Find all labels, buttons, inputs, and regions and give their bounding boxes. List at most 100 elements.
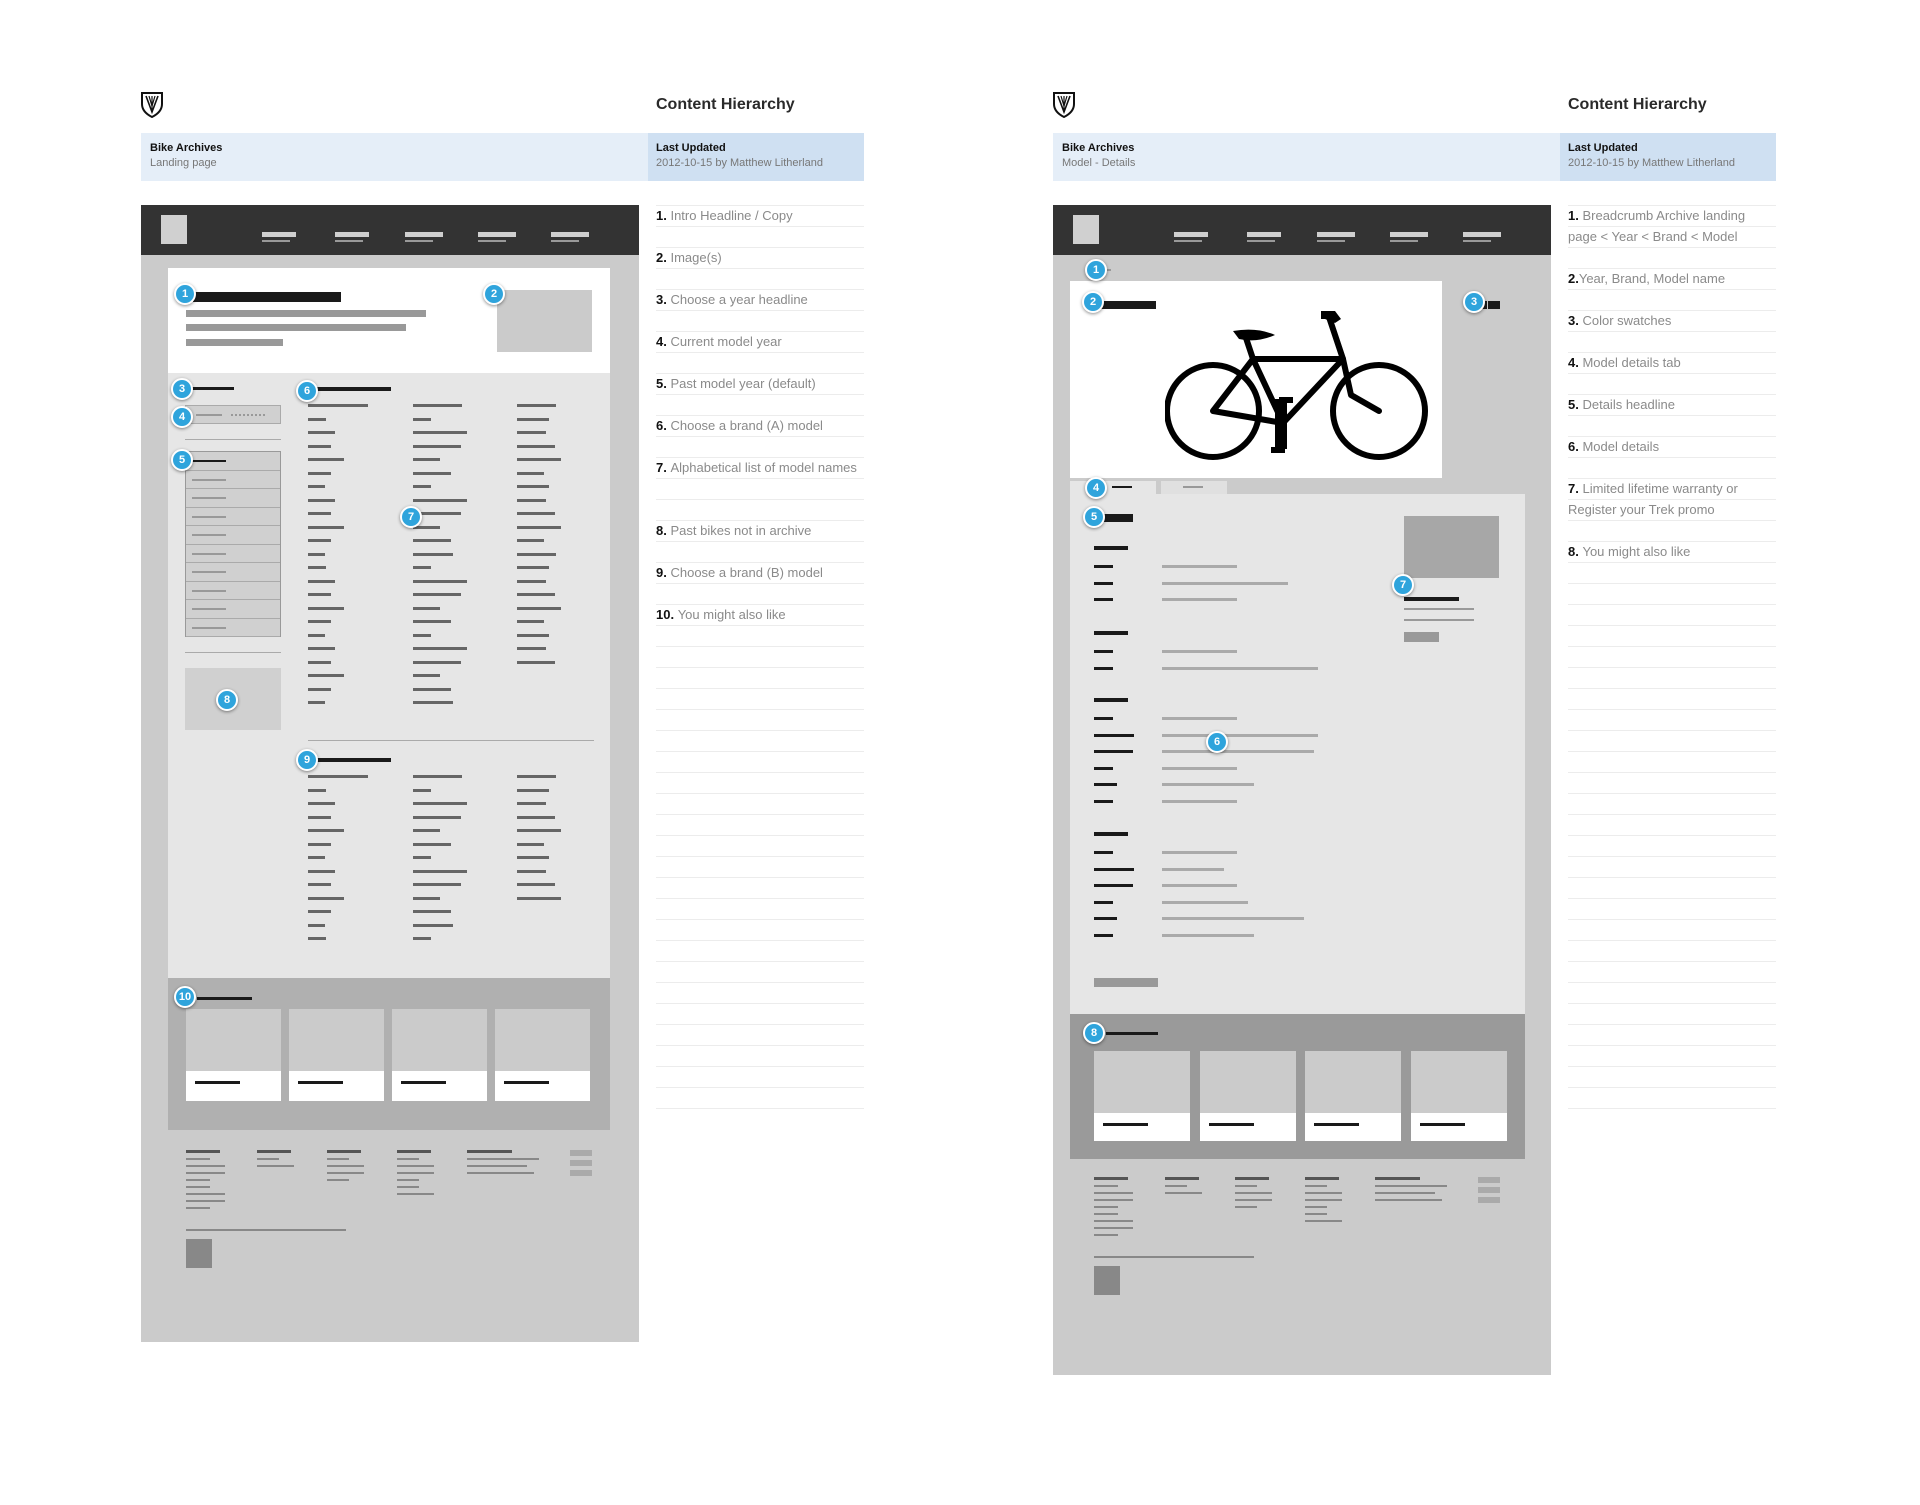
model-name-link[interactable] — [413, 883, 461, 886]
footer-link[interactable] — [397, 1179, 419, 1181]
model-name-link[interactable] — [308, 896, 344, 900]
model-name-link[interactable] — [517, 431, 546, 434]
model-name-link[interactable] — [308, 525, 344, 529]
model-name-link[interactable] — [308, 444, 331, 448]
model-name-link[interactable] — [308, 458, 344, 461]
model-name-link[interactable] — [308, 701, 325, 704]
social-link[interactable] — [570, 1150, 592, 1156]
model-name-link[interactable] — [413, 431, 467, 434]
model-name-link[interactable] — [517, 525, 561, 529]
footer-link[interactable] — [327, 1179, 349, 1181]
year-list-item[interactable] — [186, 489, 280, 508]
model-name-link[interactable] — [517, 417, 549, 421]
footer-link[interactable] — [1305, 1199, 1342, 1201]
model-name-link[interactable] — [413, 593, 461, 596]
model-name-link[interactable] — [517, 869, 546, 873]
footer-link[interactable] — [1235, 1185, 1257, 1187]
model-name-link[interactable] — [517, 842, 544, 846]
year-list-item[interactable] — [186, 619, 280, 637]
footer-link[interactable] — [327, 1165, 364, 1167]
model-name-link[interactable] — [308, 687, 331, 691]
model-name-link[interactable] — [517, 829, 561, 832]
model-name-link[interactable] — [413, 471, 451, 475]
model-name-link[interactable] — [308, 829, 344, 832]
model-name-link[interactable] — [517, 775, 556, 778]
model-name-link[interactable] — [308, 404, 368, 407]
model-name-link[interactable] — [413, 458, 440, 461]
footer-link[interactable] — [1375, 1199, 1442, 1201]
model-name-link[interactable] — [308, 620, 331, 623]
footer-link[interactable] — [1375, 1185, 1447, 1187]
model-name-link[interactable] — [413, 674, 440, 677]
model-name-link[interactable] — [413, 829, 440, 832]
details-button[interactable] — [1094, 978, 1158, 987]
model-name-link[interactable] — [517, 856, 549, 859]
footer-link[interactable] — [327, 1158, 349, 1160]
footer-link[interactable] — [186, 1193, 225, 1195]
footer-link[interactable] — [1165, 1192, 1202, 1194]
model-name-link[interactable] — [517, 896, 561, 900]
model-name-link[interactable] — [517, 579, 546, 583]
model-name-link[interactable] — [413, 869, 467, 873]
footer-link[interactable] — [1235, 1206, 1257, 1208]
footer-link[interactable] — [186, 1200, 225, 1202]
model-name-link[interactable] — [413, 923, 453, 927]
footer-link[interactable] — [1305, 1185, 1327, 1187]
model-name-link[interactable] — [413, 647, 467, 650]
model-name-link[interactable] — [413, 815, 461, 819]
ymal-card[interactable] — [1199, 1051, 1296, 1141]
footer-link[interactable] — [1094, 1185, 1118, 1187]
current-year-selector[interactable] — [185, 405, 281, 424]
ymal-card[interactable] — [186, 1009, 281, 1101]
model-name-link[interactable] — [517, 620, 544, 623]
model-name-link[interactable] — [413, 775, 462, 778]
model-name-link[interactable] — [517, 815, 555, 819]
footer-link[interactable] — [257, 1158, 279, 1160]
footer-link[interactable] — [1094, 1227, 1133, 1229]
footer-link[interactable] — [257, 1165, 294, 1167]
social-link[interactable] — [1478, 1197, 1500, 1203]
model-name-link[interactable] — [413, 539, 451, 542]
model-name-link[interactable] — [517, 498, 546, 502]
model-name-link[interactable] — [308, 856, 325, 859]
model-name-link[interactable] — [413, 842, 451, 846]
model-name-link[interactable] — [413, 498, 467, 502]
footer-link[interactable] — [1305, 1213, 1327, 1215]
footer-link[interactable] — [1375, 1192, 1435, 1194]
year-list-item[interactable] — [186, 563, 280, 582]
model-name-link[interactable] — [308, 869, 335, 873]
model-name-link[interactable] — [308, 512, 331, 515]
year-list-item[interactable] — [186, 582, 280, 600]
model-name-link[interactable] — [308, 633, 325, 637]
footer-link[interactable] — [1235, 1192, 1272, 1194]
footer-link[interactable] — [186, 1207, 210, 1209]
model-name-link[interactable] — [517, 606, 561, 610]
model-name-link[interactable] — [413, 444, 461, 448]
model-name-link[interactable] — [413, 633, 431, 637]
model-name-link[interactable] — [517, 593, 555, 596]
model-name-link[interactable] — [308, 910, 331, 913]
model-name-link[interactable] — [517, 802, 546, 805]
footer-link[interactable] — [1094, 1192, 1133, 1194]
model-name-link[interactable] — [413, 552, 453, 556]
footer-link[interactable] — [1094, 1220, 1133, 1222]
model-name-link[interactable] — [517, 512, 555, 515]
footer-link[interactable] — [1094, 1206, 1118, 1208]
model-name-link[interactable] — [308, 552, 325, 556]
year-list-item[interactable] — [186, 545, 280, 563]
model-name-link[interactable] — [413, 788, 431, 792]
footer-link[interactable] — [1094, 1199, 1133, 1201]
year-list-item[interactable] — [186, 508, 280, 526]
model-name-link[interactable] — [413, 620, 451, 623]
model-name-link[interactable] — [517, 458, 561, 461]
model-name-link[interactable] — [517, 471, 544, 475]
model-name-link[interactable] — [308, 815, 331, 819]
tab-model-details[interactable] — [1070, 481, 1156, 494]
year-list-item[interactable] — [186, 471, 280, 489]
footer-link[interactable] — [467, 1172, 534, 1174]
footer-link[interactable] — [186, 1186, 210, 1188]
model-name-link[interactable] — [308, 842, 331, 846]
footer-link[interactable] — [1305, 1192, 1342, 1194]
model-name-link[interactable] — [413, 937, 431, 940]
model-name-link[interactable] — [413, 701, 453, 704]
